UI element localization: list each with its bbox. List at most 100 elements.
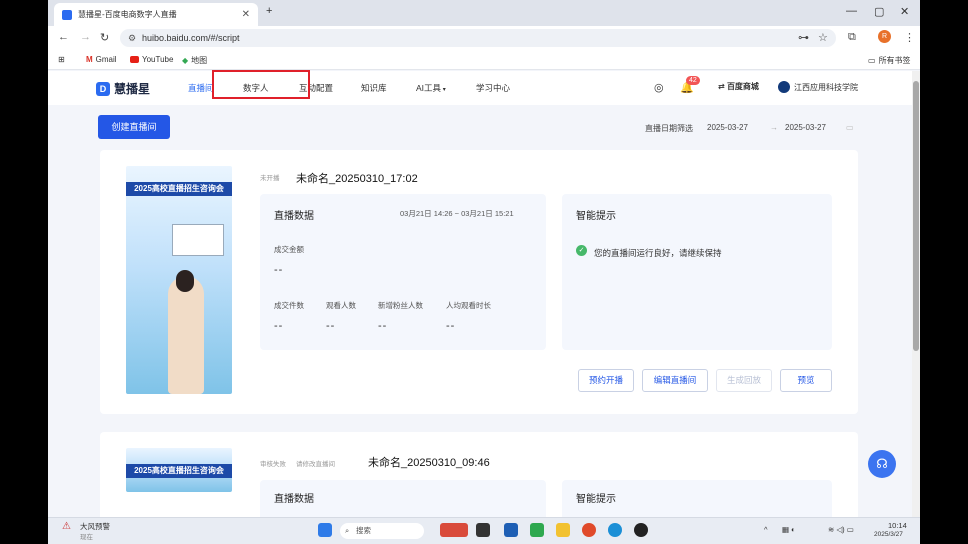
create-live-room-button[interactable]: 创建直播间	[98, 115, 170, 139]
gmail-icon: M	[86, 55, 93, 64]
nav-live-room[interactable]: 直播间	[188, 82, 214, 94]
metric-value: --	[326, 320, 336, 332]
nav-knowledge-base[interactable]: 知识库	[361, 82, 387, 94]
all-bookmarks[interactable]: ▭ 所有书签	[868, 55, 911, 66]
baidu-mall-link[interactable]: ⇄ 百度商城	[718, 81, 759, 92]
bookmarks-bar: ⊞ M Gmail YouTube ◆ 地图 ▭ 所有书签	[48, 50, 920, 70]
profile-avatar[interactable]: R	[878, 30, 891, 43]
digital-human-head	[176, 270, 194, 292]
scrollbar-thumb[interactable]	[913, 81, 919, 351]
bookmark-maps[interactable]: ◆ 地图	[182, 55, 207, 66]
metric-label: 成交件数	[274, 301, 304, 310]
nav-ai-tools[interactable]: AI工具 ▾	[416, 82, 446, 94]
amount-value: --	[274, 264, 284, 276]
clock-date[interactable]: 2025/3/27	[874, 531, 903, 538]
check-circle-icon: ✓	[576, 245, 587, 256]
live-data-panel: 直播数据 03月21日 14:26 ~ 03月21日 15:21 成交金额 --…	[260, 194, 546, 350]
search-icon: ⌕	[345, 526, 350, 535]
app-logo[interactable]: D 慧播星	[96, 80, 150, 97]
tab-bar: 慧播星-百度电商数字人直播 ✕ + — ▢ ✕	[48, 0, 920, 26]
live-room-title: 未命名_20250310_17:02	[296, 173, 418, 185]
smart-tips-title: 智能提示	[576, 494, 616, 505]
minimize-icon[interactable]: —	[846, 5, 857, 17]
highlight-box	[212, 70, 310, 99]
os-taskbar: ⚠ 大风预警 现在 ⌕ 搜索 ^ ▦ ◐ ≋ ◁) ▭ 10:14 2025/3…	[48, 517, 920, 544]
thumbnail-screen	[172, 224, 224, 256]
generate-replay-button[interactable]: 生成回放	[716, 369, 772, 392]
browser-menu-icon[interactable]: ⋮	[904, 31, 915, 44]
switch-icon: ⇄	[718, 82, 727, 91]
task-view-icon[interactable]	[476, 523, 490, 537]
start-icon[interactable]	[318, 523, 332, 537]
smart-tips-panel: 智能提示 ✓ 您的直播间运行良好，请继续保持	[562, 194, 832, 350]
maximize-icon[interactable]: ▢	[874, 5, 884, 18]
youtube-icon	[130, 56, 139, 63]
date-to-field[interactable]: 2025-03-27	[785, 123, 826, 132]
status-tag: 未开播	[260, 175, 280, 182]
maps-icon: ◆	[182, 56, 189, 65]
metric-value: --	[274, 320, 284, 332]
network-volume-icon[interactable]: ≋ ◁) ▭	[828, 525, 854, 534]
apps-grid-icon[interactable]: ⊞	[58, 55, 65, 64]
logo-icon: D	[96, 81, 110, 96]
nav-learning-center[interactable]: 学习中心	[476, 82, 510, 94]
live-room-thumbnail[interactable]: 2025高校直播招生咨询会	[126, 166, 232, 394]
url-field[interactable]: ⚙ huibo.baidu.com/#/script	[120, 29, 836, 47]
close-tab-icon[interactable]: ✕	[242, 9, 258, 20]
metric-value: --	[378, 320, 388, 332]
weather-sub: 现在	[80, 534, 93, 541]
file-explorer-icon[interactable]	[556, 523, 570, 537]
live-room-card: 2025高校直播招生咨询会 审核失败 请修改直播间 未命名_20250310_0…	[100, 432, 858, 540]
notification-badge: 42	[686, 76, 700, 85]
preview-button[interactable]: 预览	[780, 369, 832, 392]
date-separator: →	[770, 123, 778, 132]
taskbar-app-icon[interactable]	[440, 523, 468, 537]
site-info-icon[interactable]: ⚙	[128, 29, 136, 47]
forward-icon[interactable]: →	[80, 31, 91, 43]
translate-icon[interactable]: ⊶	[798, 31, 809, 44]
tab-title: 慧播星-百度电商数字人直播	[78, 10, 177, 19]
date-from-field[interactable]: 2025-03-27	[707, 123, 748, 132]
amount-label: 成交金额	[274, 245, 304, 254]
thumbnail-banner: 2025高校直播招生咨询会	[126, 182, 232, 196]
folder-icon: ▭	[868, 56, 876, 65]
compass-icon[interactable]: ◎	[654, 81, 664, 94]
address-bar-row: ← → ↻ ⚙ huibo.baidu.com/#/script ⊶ ☆ ⧉ R…	[48, 26, 920, 50]
edge-icon[interactable]	[608, 523, 622, 537]
live-time-range: 03月21日 14:26 ~ 03月21日 15:21	[400, 209, 514, 218]
reload-icon[interactable]: ↻	[100, 31, 109, 44]
schedule-live-button[interactable]: 预约开播	[578, 369, 634, 392]
weather-alert-icon[interactable]: ⚠	[62, 521, 71, 532]
date-filter-label: 直播日期筛选	[645, 124, 693, 133]
browser-tab[interactable]: 慧播星-百度电商数字人直播 ✕	[54, 3, 258, 26]
bookmark-youtube[interactable]: YouTube	[130, 55, 173, 64]
metric-label: 观看人数	[326, 301, 356, 310]
scrollbar[interactable]	[912, 71, 920, 517]
chrome-icon[interactable]	[582, 523, 596, 537]
tray-icons[interactable]: ▦ ◐	[782, 525, 796, 534]
customer-service-icon[interactable]: ☊	[868, 450, 896, 478]
browser-window: 慧播星-百度电商数字人直播 ✕ + — ▢ ✕ ← → ↻ ⚙ huibo.ba…	[48, 0, 920, 544]
live-room-thumbnail[interactable]: 2025高校直播招生咨询会	[126, 448, 232, 492]
store-icon[interactable]	[504, 523, 518, 537]
tray-chevron-icon[interactable]: ^	[764, 525, 768, 534]
edit-live-room-button[interactable]: 编辑直播间	[642, 369, 708, 392]
back-icon[interactable]: ←	[58, 31, 69, 43]
caret-down-icon: ▾	[441, 87, 446, 93]
taskbar-search[interactable]: ⌕ 搜索	[340, 523, 424, 539]
smart-tip-text: 您的直播间运行良好，请继续保持	[594, 248, 722, 258]
extensions-icon[interactable]: ⧉	[848, 31, 856, 44]
calendar-icon[interactable]: ▭	[846, 123, 854, 132]
media-app-icon[interactable]	[634, 523, 648, 537]
app-icon[interactable]	[530, 523, 544, 537]
clock-time[interactable]: 10:14	[888, 521, 907, 530]
org-account[interactable]: 江西应用科技学院	[778, 81, 858, 93]
bookmark-star-icon[interactable]: ☆	[818, 31, 828, 44]
site-favicon-icon	[62, 9, 72, 20]
new-tab-icon[interactable]: +	[266, 5, 272, 17]
app-header: D 慧播星 直播间 数字人 互动配置 知识库 AI工具 ▾ 学习中心 ◎ 🔔 ⇄…	[48, 71, 912, 105]
bookmark-gmail[interactable]: M Gmail	[86, 55, 117, 64]
window-close-icon[interactable]: ✕	[900, 5, 909, 18]
digital-human-figure	[168, 276, 204, 394]
thumbnail-banner: 2025高校直播招生咨询会	[126, 464, 232, 478]
